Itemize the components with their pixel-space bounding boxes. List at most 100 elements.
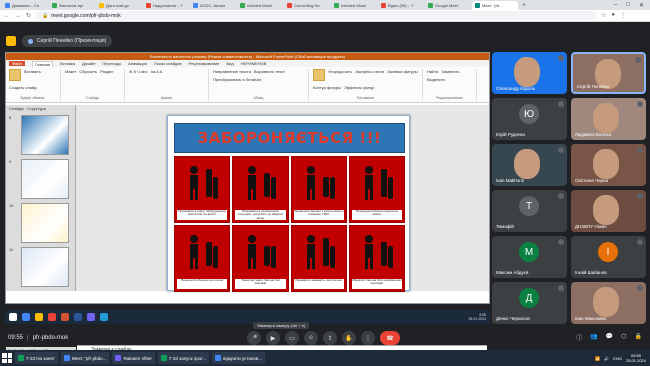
activities-icon[interactable]: ⬡	[621, 333, 626, 342]
ribbon-button[interactable]: Создать слайд	[9, 85, 36, 90]
slide-thumbnail[interactable]	[21, 159, 69, 199]
taskbar-item[interactable]: Rakuten Viber	[112, 352, 155, 364]
ribbon-large-icon	[313, 69, 325, 81]
chat-icon[interactable]: 💬	[606, 333, 613, 342]
leave-call-button[interactable]: ☎	[380, 331, 400, 345]
ppt-menu-item[interactable]: Показ слайдов	[154, 61, 182, 66]
browser-tab[interactable]: Дати нові ур	[96, 1, 142, 10]
system-clock[interactable]: 09:55 25.01.2024	[626, 353, 646, 363]
taskbar-item[interactable]: 7-33 запуск прог...	[157, 352, 210, 364]
ppt-menu-item[interactable]: Главная	[31, 60, 54, 67]
people-icon[interactable]: 👥	[590, 333, 597, 342]
participant-tile[interactable]: Світлана Чорна	[571, 144, 646, 186]
slide-thumbnail[interactable]	[21, 203, 69, 243]
browser-tab[interactable]: Google Meet	[425, 1, 471, 10]
reload-icon[interactable]: ↻	[26, 12, 31, 19]
captions-button[interactable]: ▭	[285, 331, 299, 345]
slide-thumbnail[interactable]	[21, 247, 69, 287]
ppt-menu-item[interactable]: НЕРИМЕНОВ	[241, 61, 267, 66]
ribbon-button[interactable]: Ж К Ч abc	[129, 69, 147, 74]
taskbar-item[interactable]: 7-33 На занят	[15, 352, 58, 364]
ppt-menu-item[interactable]: Анимация	[128, 61, 147, 66]
ribbon-button[interactable]: Выделить	[427, 77, 445, 82]
ppt-menu-item[interactable]: Рецензирование	[189, 61, 220, 66]
browser-tab[interactable]: Надсилання – Т	[143, 1, 189, 10]
ppt-menu-item[interactable]: Переходы	[102, 61, 121, 66]
participant-tile[interactable]: Ivan Makhorin	[492, 144, 567, 186]
ribbon-button[interactable]: Упорядочить	[328, 69, 352, 82]
browser-tab[interactable]: Фактичне прі	[49, 1, 95, 10]
ribbon-button[interactable]: Контур фигуры	[313, 85, 341, 90]
browser-tab[interactable]: Infected Mush	[331, 1, 377, 10]
ribbon-button[interactable]: Aa A A	[150, 69, 162, 74]
ribbon-button[interactable]: Экспресс-стили	[355, 69, 384, 82]
muted-mic-icon	[635, 57, 641, 63]
ribbon-button[interactable]: Сбросить	[79, 69, 97, 74]
taskbar-item[interactable]: відкрити установ...	[212, 352, 266, 364]
profile-icon[interactable]: ●	[611, 12, 615, 19]
participant-tile[interactable]: Сергій Пенейко	[571, 52, 646, 94]
lock-host-icon[interactable]: 🔒	[635, 333, 642, 342]
mic-button[interactable]: 🎤	[247, 331, 261, 345]
forward-icon[interactable]: →	[15, 13, 21, 19]
browser-tab[interactable]: Домашня – Сп	[2, 1, 48, 10]
menu-icon[interactable]: ⋮	[620, 12, 626, 19]
camera-button[interactable]: ▶	[266, 331, 280, 345]
reactions-button[interactable]: ☺	[304, 331, 318, 345]
participant-video	[514, 149, 540, 179]
tab-outline[interactable]: Структура	[27, 106, 46, 111]
ribbon-button[interactable]: Преобразовать в SmartArt	[213, 77, 262, 82]
ribbon-button[interactable]: Вставить	[24, 69, 41, 82]
new-tab-button[interactable]: +	[519, 2, 529, 9]
ribbon-button[interactable]: Эффекты фигур	[344, 85, 374, 90]
ppt-menu-item[interactable]: Дизайн	[82, 61, 95, 66]
back-icon[interactable]: ←	[4, 13, 10, 19]
close-icon[interactable]: ✕	[639, 2, 644, 9]
browser-tab[interactable]: Converting Ho	[284, 1, 330, 10]
ribbon-button[interactable]: Заливка фигуры	[387, 69, 418, 82]
minimize-icon[interactable]: –	[614, 2, 617, 9]
opera-icon	[48, 313, 56, 321]
tab-favicon	[428, 2, 433, 8]
participant-tile[interactable]: Людмила Волоха	[571, 98, 646, 140]
captions-icon: ▭	[289, 335, 295, 342]
participant-tile[interactable]: Т Тимофій	[492, 190, 567, 232]
participant-tile[interactable]: Ю Юрій Руденко	[492, 98, 567, 140]
windows-start-icon[interactable]	[2, 353, 12, 363]
ribbon-button[interactable]: Выровнять текст	[254, 69, 285, 74]
browser-tab[interactable]: Відео (59) – Y	[378, 1, 424, 10]
tab-slides[interactable]: Слайды	[9, 106, 24, 111]
prohibition-cell: Перевіряти наявність газу вогнем	[290, 225, 347, 292]
ppt-menu-item[interactable]: Файл	[9, 61, 25, 66]
browser-tab[interactable]: Meet: "pfr-	[472, 0, 518, 10]
participant-tile[interactable]: М Максим Абдуєв	[492, 236, 567, 278]
prohibition-caption: Переносити балони на плечах	[177, 279, 228, 289]
network-icon[interactable]: 📶	[595, 356, 600, 361]
participant-tile[interactable]: Іван Максимюк	[571, 282, 646, 324]
browser-tab[interactable]: ACDC. Автом	[190, 1, 236, 10]
taskbar-item[interactable]: Meet: "pfr-pbdo...	[60, 352, 110, 364]
ribbon-button[interactable]: Заменить	[441, 69, 459, 74]
ppt-menu-item[interactable]: Вид	[226, 61, 233, 66]
participant-tile[interactable]: І Ігнаій Шабанов	[571, 236, 646, 278]
present-button[interactable]: ⇪	[323, 331, 337, 345]
ribbon-button[interactable]: Направление текста	[213, 69, 251, 74]
more-options-button[interactable]: ⋮	[361, 331, 375, 345]
maximize-icon[interactable]: □	[626, 2, 630, 9]
raise-hand-button[interactable]: ✋	[342, 331, 356, 345]
volume-icon[interactable]: 🔊	[604, 356, 609, 361]
language-indicator[interactable]: ENG	[613, 356, 622, 361]
url-field[interactable]: 🔒 meet.google.com/pfr-pbdo-mok	[36, 11, 597, 20]
participant-tile[interactable]: Д Денис Черкасов	[492, 282, 567, 324]
browser-tab[interactable]: Infected Mush	[237, 1, 283, 10]
star-icon[interactable]: ☆	[601, 12, 606, 19]
ribbon-button[interactable]: Раздел	[100, 69, 113, 74]
ribbon-button[interactable]: Макет	[65, 69, 76, 74]
participant-tile[interactable]: Олександр Король	[492, 52, 567, 94]
ribbon-button[interactable]: Найти	[427, 69, 438, 74]
ppt-menu-item[interactable]: Вставка	[60, 61, 75, 66]
slide-thumbnail[interactable]	[21, 115, 69, 155]
taskbar-item-label: відкрити установ...	[223, 355, 263, 361]
participant-tile[interactable]: ДНЗВПУ Ніжин	[571, 190, 646, 232]
info-icon[interactable]: ⓘ	[576, 333, 582, 342]
